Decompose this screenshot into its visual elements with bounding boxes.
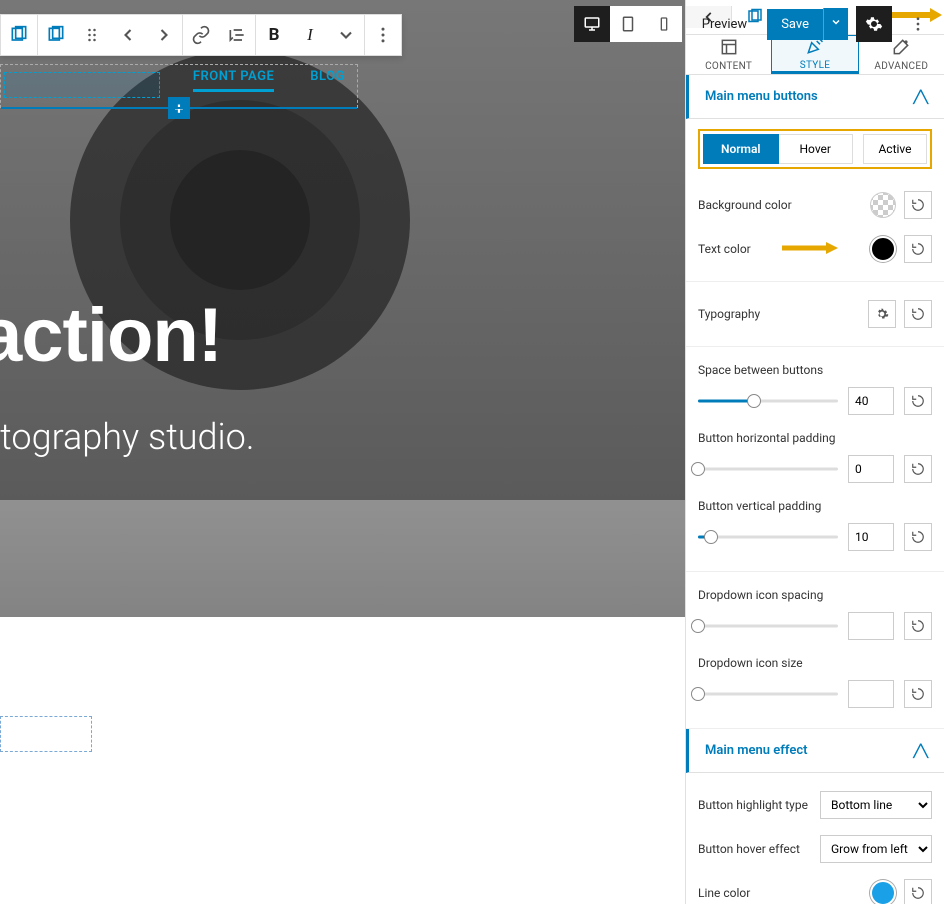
move-right-button[interactable] — [146, 15, 182, 55]
v-padding-slider[interactable] — [698, 530, 838, 544]
device-desktop-button[interactable] — [574, 6, 610, 42]
highlight-type-row: Button highlight type Bottom line — [698, 783, 932, 827]
chevron-up-icon: ╱╲ — [914, 90, 928, 104]
block-toolbar: B I — [0, 14, 402, 56]
bold-button[interactable]: B — [256, 15, 292, 55]
hover-effect-row: Button hover effect Grow from left — [698, 827, 932, 871]
dd-spacing-label: Dropdown icon spacing — [698, 588, 932, 602]
nav-item-front-page[interactable]: FRONT PAGE — [193, 65, 274, 84]
line-color-row: Line color — [698, 871, 932, 904]
dd-size-input[interactable] — [848, 680, 894, 708]
tab-style-label: STYLE — [800, 60, 831, 71]
block-more-button[interactable] — [365, 15, 401, 55]
annotation-arrow-icon — [780, 241, 840, 258]
dd-size-label: Dropdown icon size — [698, 656, 932, 670]
background-color-swatch[interactable] — [870, 192, 896, 218]
preview-link[interactable]: Preview — [690, 17, 759, 32]
settings-button[interactable] — [856, 6, 892, 42]
dd-spacing-input[interactable] — [848, 612, 894, 640]
state-hover-button[interactable]: Hover — [779, 134, 854, 164]
drag-handle-icon[interactable] — [74, 15, 110, 55]
hero-title: action! — [0, 292, 222, 379]
h-padding-reset[interactable] — [904, 455, 932, 483]
panel-main-menu-buttons[interactable]: Main menu buttons ╱╲ — [686, 75, 944, 119]
parent-block-icon[interactable] — [38, 15, 74, 55]
hero-subtitle: otography studio. — [0, 416, 254, 458]
dd-spacing-block: Dropdown icon spacing — [698, 582, 932, 650]
state-normal-button[interactable]: Normal — [703, 134, 779, 164]
typography-label: Typography — [698, 307, 760, 321]
text-color-swatch[interactable] — [870, 236, 896, 262]
panel-main-menu-buttons-body: Normal Hover Active Background color Tex… — [686, 119, 944, 729]
text-color-reset[interactable] — [904, 235, 932, 263]
line-color-swatch[interactable] — [870, 880, 896, 904]
dd-size-block: Dropdown icon size — [698, 650, 932, 718]
add-block-button[interactable]: + — [168, 97, 190, 119]
background-color-reset[interactable] — [904, 191, 932, 219]
chevron-up-icon: ╱╲ — [914, 744, 928, 758]
panel-main-menu-buttons-label: Main menu buttons — [705, 89, 818, 104]
h-padding-input[interactable] — [848, 455, 894, 483]
v-padding-reset[interactable] — [904, 523, 932, 551]
background-color-label: Background color — [698, 198, 792, 212]
panel-main-menu-effect[interactable]: Main menu effect ╱╲ — [686, 729, 944, 773]
submenu-button[interactable] — [219, 15, 255, 55]
link-button[interactable] — [183, 15, 219, 55]
space-between-block: Space between buttons — [698, 357, 932, 425]
empty-block-placeholder[interactable] — [0, 716, 92, 752]
settings-sidebar: Menu Item CONTENT STYLE ADVANCED Main me… — [685, 0, 944, 904]
device-preview-group — [574, 6, 682, 42]
text-color-row: Text color — [698, 227, 932, 271]
save-button[interactable]: Save — [767, 9, 823, 40]
typography-reset[interactable] — [904, 300, 932, 328]
dd-spacing-slider[interactable] — [698, 619, 838, 633]
line-color-reset[interactable] — [904, 879, 932, 904]
hover-effect-label: Button hover effect — [698, 842, 800, 856]
space-between-reset[interactable] — [904, 387, 932, 415]
typography-settings-button[interactable] — [868, 300, 896, 328]
tab-content-label: CONTENT — [705, 61, 752, 72]
line-color-label: Line color — [698, 886, 750, 900]
italic-button[interactable]: I — [292, 15, 328, 55]
editor-canvas: FRONT PAGE BLOG + action! otography stud… — [0, 0, 685, 617]
tab-advanced-label: ADVANCED — [874, 61, 928, 72]
text-color-label: Text color — [698, 242, 751, 256]
background-color-row: Background color — [698, 183, 932, 227]
nav-block[interactable]: FRONT PAGE BLOG + — [0, 64, 358, 108]
state-toggle-group: Normal Hover Active — [698, 129, 932, 169]
v-padding-block: Button vertical padding — [698, 493, 932, 561]
save-dropdown-button[interactable] — [823, 8, 848, 40]
space-between-input[interactable] — [848, 387, 894, 415]
space-between-label: Space between buttons — [698, 363, 932, 377]
panel-main-menu-effect-body: Button highlight type Bottom line Button… — [686, 773, 944, 904]
device-mobile-button[interactable] — [646, 6, 682, 42]
h-padding-slider[interactable] — [698, 462, 838, 476]
state-active-button[interactable]: Active — [863, 134, 927, 164]
highlight-type-label: Button highlight type — [698, 798, 808, 812]
highlight-type-select[interactable]: Bottom line — [820, 791, 932, 819]
h-padding-label: Button horizontal padding — [698, 431, 932, 445]
block-type-icon[interactable] — [1, 15, 37, 55]
more-options-button[interactable] — [900, 6, 936, 42]
move-left-button[interactable] — [110, 15, 146, 55]
dd-spacing-reset[interactable] — [904, 612, 932, 640]
dd-size-reset[interactable] — [904, 680, 932, 708]
space-between-slider[interactable] — [698, 394, 838, 408]
hover-effect-select[interactable]: Grow from left — [820, 835, 932, 863]
text-dropdown-button[interactable] — [328, 15, 364, 55]
save-button-group: Save — [767, 8, 848, 40]
v-padding-input[interactable] — [848, 523, 894, 551]
dd-size-slider[interactable] — [698, 687, 838, 701]
h-padding-block: Button horizontal padding — [698, 425, 932, 493]
panel-main-menu-effect-label: Main menu effect — [705, 743, 808, 758]
device-tablet-button[interactable] — [610, 6, 646, 42]
typography-row: Typography — [698, 292, 932, 336]
nav-item-blog[interactable]: BLOG — [310, 65, 345, 84]
v-padding-label: Button vertical padding — [698, 499, 932, 513]
